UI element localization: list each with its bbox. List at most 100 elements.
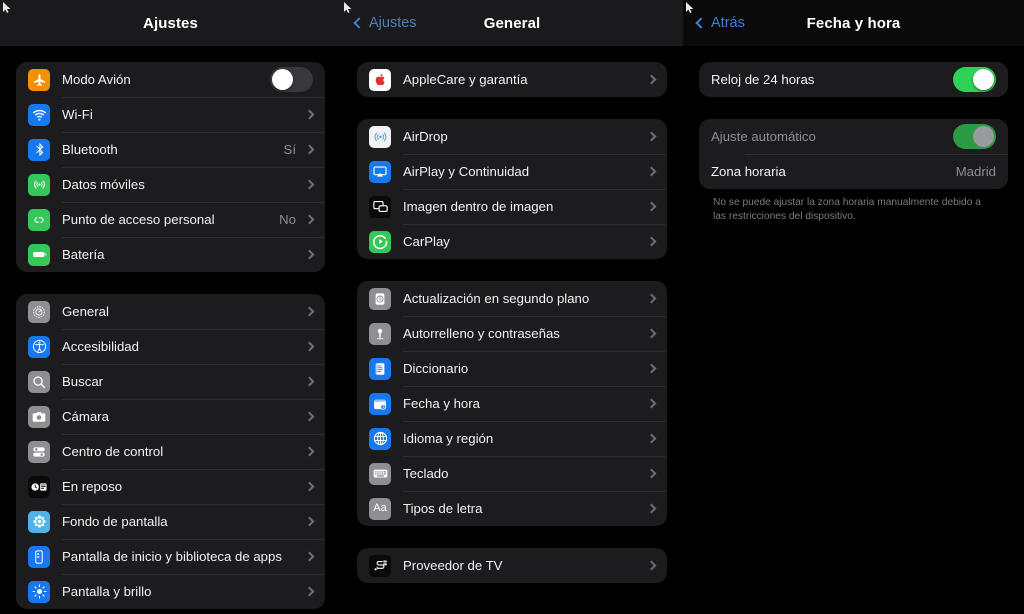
- bluetooth-icon: [28, 138, 50, 161]
- sidebar-item-label: Cámara: [62, 409, 109, 424]
- sidebar-item-wallpaper[interactable]: Fondo de pantalla: [16, 504, 325, 539]
- dictionary-icon: [369, 357, 391, 380]
- sidebar-item-camera[interactable]: Cámara: [16, 399, 325, 434]
- key-icon: [369, 322, 391, 345]
- airplane-mode-toggle[interactable]: [270, 67, 313, 92]
- sidebar-item-airplane-mode[interactable]: Modo Avión: [16, 62, 325, 97]
- sidebar-item-label: Wi-Fi: [62, 107, 93, 122]
- general-item-keyboard[interactable]: Teclado: [357, 456, 667, 491]
- chevron-right-icon: [646, 433, 657, 444]
- time-zone-value: Madrid: [955, 164, 996, 179]
- general-navbar: Ajustes General: [341, 0, 683, 46]
- back-button-label: Ajustes: [369, 15, 417, 31]
- chevron-right-icon: [646, 166, 657, 177]
- sidebar-group-connectivity: Modo Avión Wi-Fi Bluetooth Sí Datos móvi…: [16, 62, 325, 272]
- sidebar-item-home-screen[interactable]: Pantalla de inicio y biblioteca de apps: [16, 539, 325, 574]
- general-item-background-refresh[interactable]: Actualización en segundo plano: [357, 281, 667, 316]
- 24-hour-clock-toggle[interactable]: [953, 67, 996, 92]
- general-item-language-region[interactable]: Idioma y región: [357, 421, 667, 456]
- chevron-right-icon: [304, 446, 315, 457]
- standby-icon: [28, 475, 50, 498]
- date-time-group-clock: Reloj de 24 horas: [699, 62, 1008, 97]
- general-item-fonts[interactable]: Aa Tipos de letra: [357, 491, 667, 526]
- general-item-autofill-passwords[interactable]: Autorrelleno y contraseñas: [357, 316, 667, 351]
- sidebar-item-label: Fondo de pantalla: [62, 514, 168, 529]
- back-button[interactable]: Atrás: [695, 15, 745, 31]
- back-to-settings-button[interactable]: Ajustes: [353, 15, 417, 31]
- control-center-icon: [28, 440, 50, 463]
- sidebar-item-battery[interactable]: Batería: [16, 237, 325, 272]
- general-item-label: AirDrop: [403, 129, 448, 144]
- chevron-right-icon: [304, 179, 315, 190]
- date-time-group-timezone: Ajuste automático Zona horaria Madrid: [699, 119, 1008, 189]
- keyboard-icon: [369, 462, 391, 485]
- search-icon: [28, 370, 50, 393]
- general-item-tv-provider[interactable]: Proveedor de TV: [357, 548, 667, 583]
- sidebar-item-display-brightness[interactable]: Pantalla y brillo: [16, 574, 325, 609]
- sidebar-item-search[interactable]: Buscar: [16, 364, 325, 399]
- sidebar-title: Ajustes: [143, 14, 198, 32]
- sidebar-item-control-center[interactable]: Centro de control: [16, 434, 325, 469]
- sidebar-item-personal-hotspot[interactable]: Punto de acceso personal No: [16, 202, 325, 237]
- sidebar-item-value: Sí: [283, 142, 296, 157]
- row-24-hour-clock[interactable]: Reloj de 24 horas: [699, 62, 1008, 97]
- general-group-system: Actualización en segundo plano Autorrell…: [357, 281, 667, 526]
- chevron-right-icon: [304, 306, 315, 317]
- general-item-label: AirPlay y Continuidad: [403, 164, 530, 179]
- general-item-carplay[interactable]: CarPlay: [357, 224, 667, 259]
- sidebar-pane: Ajustes Modo Avión Wi-Fi Bluetooth Sí Da…: [0, 0, 341, 614]
- row-time-zone: Zona horaria Madrid: [699, 154, 1008, 189]
- chevron-right-icon: [646, 131, 657, 142]
- sidebar-item-label: Buscar: [62, 374, 104, 389]
- accessibility-icon: [28, 335, 50, 358]
- sidebar-item-label: Bluetooth: [62, 142, 118, 157]
- chevron-right-icon: [304, 551, 315, 562]
- general-scroll[interactable]: AppleCare y garantía AirDrop AirPlay y C…: [341, 62, 683, 614]
- sidebar-navbar: Ajustes: [0, 0, 341, 46]
- general-item-airdrop[interactable]: AirDrop: [357, 119, 667, 154]
- sidebar-scroll[interactable]: Modo Avión Wi-Fi Bluetooth Sí Datos móvi…: [0, 62, 341, 614]
- battery-icon: [28, 243, 50, 266]
- sidebar-item-wifi[interactable]: Wi-Fi: [16, 97, 325, 132]
- chevron-right-icon: [304, 341, 315, 352]
- fonts-icon: Aa: [369, 497, 391, 520]
- chevron-right-icon: [646, 293, 657, 304]
- general-item-dictionary[interactable]: Diccionario: [357, 351, 667, 386]
- date-time-pane: Atrás Fecha y hora Reloj de 24 horas Aju…: [683, 0, 1024, 614]
- chevron-right-icon: [646, 236, 657, 247]
- row-set-automatically: Ajuste automático: [699, 119, 1008, 154]
- sidebar-item-cellular[interactable]: Datos móviles: [16, 167, 325, 202]
- row-label: Zona horaria: [711, 164, 786, 179]
- sidebar-item-standby[interactable]: En reposo: [16, 469, 325, 504]
- wallpaper-icon: [28, 510, 50, 533]
- general-item-picture-in-picture[interactable]: Imagen dentro de imagen: [357, 189, 667, 224]
- row-label: Reloj de 24 horas: [711, 72, 815, 87]
- general-item-airplay[interactable]: AirPlay y Continuidad: [357, 154, 667, 189]
- general-title: General: [483, 14, 541, 32]
- sidebar-item-label: En reposo: [62, 479, 123, 494]
- set-automatically-toggle: [953, 124, 996, 149]
- sidebar-item-accessibility[interactable]: Accesibilidad: [16, 329, 325, 364]
- sidebar-item-general[interactable]: General: [16, 294, 325, 329]
- sidebar-item-label: Batería: [62, 247, 105, 262]
- airplane-icon: [28, 68, 50, 91]
- airdrop-icon: [369, 125, 391, 148]
- sidebar-item-label: Modo Avión: [62, 72, 131, 87]
- general-item-date-time[interactable]: Fecha y hora: [357, 386, 667, 421]
- general-item-label: Tipos de letra: [403, 501, 483, 516]
- chevron-right-icon: [304, 376, 315, 387]
- general-item-applecare[interactable]: AppleCare y garantía: [357, 62, 667, 97]
- settings-split-view: Ajustes Modo Avión Wi-Fi Bluetooth Sí Da…: [0, 0, 1024, 614]
- date-time-title: Fecha y hora: [806, 14, 901, 32]
- date-time-navbar: Atrás Fecha y hora: [683, 0, 1024, 46]
- chevron-right-icon: [646, 560, 657, 571]
- tv-provider-icon: [369, 554, 391, 577]
- chevron-right-icon: [304, 411, 315, 422]
- date-time-scroll[interactable]: Reloj de 24 horas Ajuste automático Zona…: [683, 62, 1024, 614]
- back-button-label: Atrás: [711, 15, 745, 31]
- general-item-label: Actualización en segundo plano: [403, 291, 590, 306]
- general-item-label: Autorrelleno y contraseñas: [403, 326, 560, 341]
- general-item-label: Imagen dentro de imagen: [403, 199, 554, 214]
- sidebar-item-bluetooth[interactable]: Bluetooth Sí: [16, 132, 325, 167]
- chevron-right-icon: [646, 74, 657, 85]
